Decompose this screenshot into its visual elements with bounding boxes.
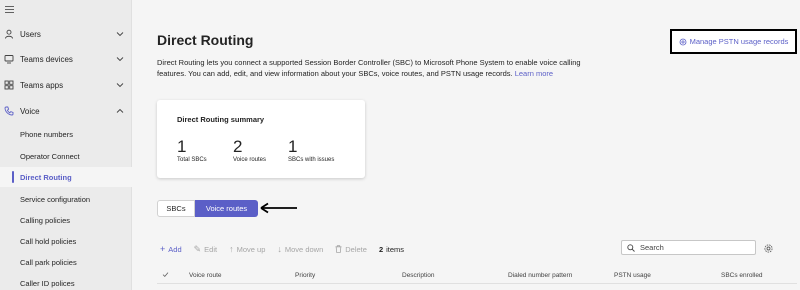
- pointer-arrow-icon: [260, 202, 297, 214]
- chevron-up-icon: [116, 108, 124, 113]
- user-icon: [5, 29, 13, 39]
- edit-label: Edit: [204, 244, 218, 254]
- stat-value: 1: [177, 137, 187, 156]
- sidebar-item-caller-id-policies[interactable]: Caller ID polices: [0, 273, 132, 290]
- sidebar-item-label: Calling policies: [20, 215, 71, 225]
- summary-card-title: Direct Routing summary: [177, 115, 265, 124]
- sidebar-item-phone-numbers[interactable]: Phone numbers: [0, 124, 132, 144]
- add-button[interactable]: + Add: [160, 244, 182, 254]
- column-header-priority[interactable]: Priority: [295, 272, 315, 279]
- sidebar-item-label: Service configuration: [20, 194, 91, 204]
- settings-gear-icon: [679, 38, 686, 45]
- items-label: items: [386, 244, 405, 254]
- pencil-icon: ✎: [193, 243, 202, 254]
- checkmark-icon[interactable]: [162, 271, 169, 278]
- sidebar-item-label: Caller ID polices: [20, 278, 75, 288]
- stat-total-sbcs: 1 Total SBCs: [177, 137, 207, 164]
- stat-value: 1: [288, 137, 298, 156]
- column-header-dialed-number-pattern[interactable]: Dialed number pattern: [508, 272, 572, 279]
- add-label: Add: [168, 244, 182, 254]
- sidebar-item-direct-routing[interactable]: Direct Routing: [0, 167, 132, 187]
- nav-item-label: Users: [20, 29, 41, 39]
- chevron-down-icon: [116, 57, 124, 62]
- nav-item-voice[interactable]: Voice: [0, 100, 132, 122]
- move-down-label: Move down: [284, 244, 324, 254]
- column-header-pstn-usage[interactable]: PSTN usage: [614, 272, 651, 279]
- gear-icon[interactable]: [763, 243, 774, 254]
- sidebar-item-service-configuration[interactable]: Service configuration: [0, 189, 132, 209]
- left-nav: Users Teams devices Teams apps Voice Pho…: [0, 0, 132, 290]
- sidebar-item-label: Operator Connect: [20, 151, 80, 161]
- nav-item-users[interactable]: Users: [0, 23, 132, 45]
- plus-icon: +: [160, 244, 166, 254]
- summary-card: Direct Routing summary 1 Total SBCs 2 Vo…: [157, 100, 365, 178]
- sidebar-item-call-hold-policies[interactable]: Call hold policies: [0, 231, 132, 251]
- stat-label: Total SBCs: [177, 157, 207, 163]
- manage-link-label: Manage PSTN usage records: [689, 37, 789, 46]
- edit-button[interactable]: ✎ Edit: [194, 244, 217, 255]
- search-input[interactable]: [640, 242, 750, 253]
- delete-label: Delete: [345, 244, 367, 254]
- nav-item-teams-apps[interactable]: Teams apps: [0, 74, 132, 96]
- column-header-description[interactable]: Description: [402, 272, 435, 279]
- stat-voice-routes: 2 Voice routes: [233, 137, 267, 164]
- hamburger-menu-icon[interactable]: [5, 6, 14, 13]
- table-header: Voice route Priority Description Dialed …: [157, 266, 797, 284]
- chevron-down-icon: [116, 83, 124, 88]
- move-up-label: Move up: [236, 244, 266, 254]
- command-bar: + Add ✎ Edit ↑ Move up ↓ Move down Delete 2 …: [160, 243, 404, 255]
- nav-item-label: Voice: [20, 106, 40, 116]
- arrow-down-icon: ↓: [277, 244, 282, 254]
- learn-more-link[interactable]: Learn more: [515, 69, 553, 78]
- nav-item-teams-devices[interactable]: Teams devices: [0, 48, 132, 70]
- tab-group: SBCs Voice routes: [157, 200, 258, 217]
- active-indicator: [12, 171, 14, 183]
- phone-icon: [4, 106, 14, 116]
- sidebar-item-label: Phone numbers: [20, 129, 73, 139]
- sidebar-item-operator-connect[interactable]: Operator Connect: [0, 146, 132, 166]
- search-icon: [627, 244, 635, 252]
- sidebar-item-label: Call hold policies: [20, 236, 77, 246]
- item-count: 2: [378, 244, 384, 254]
- tab-sbcs[interactable]: SBCs: [157, 200, 195, 217]
- sidebar-item-label: Call park policies: [20, 257, 77, 267]
- move-down-button[interactable]: ↓ Move down: [277, 244, 323, 254]
- stat-label: Voice routes: [233, 157, 267, 163]
- tab-voice-routes[interactable]: Voice routes: [195, 200, 258, 217]
- delete-button[interactable]: Delete: [335, 245, 367, 254]
- device-icon: [4, 55, 14, 64]
- arrow-up-icon: ↑: [229, 244, 234, 254]
- sidebar-item-label: Direct Routing: [20, 172, 72, 182]
- stat-label: SBCs with issues: [288, 157, 335, 163]
- trash-icon: [335, 245, 342, 253]
- column-header-sbcs-enrolled[interactable]: SBCs enrolled: [721, 272, 763, 279]
- page-description: Direct Routing lets you connect a suppor…: [157, 57, 587, 79]
- stat-value: 2: [233, 137, 243, 156]
- stat-sbcs-with-issues: 1 SBCs with issues: [288, 137, 335, 164]
- page-title: Direct Routing: [157, 32, 254, 48]
- sidebar-item-call-park-policies[interactable]: Call park policies: [0, 252, 132, 272]
- nav-item-label: Teams devices: [20, 54, 73, 64]
- search-box[interactable]: [621, 240, 756, 255]
- apps-icon: [4, 80, 14, 90]
- nav-item-label: Teams apps: [20, 80, 64, 90]
- sidebar-item-calling-policies[interactable]: Calling policies: [0, 210, 132, 230]
- move-up-button[interactable]: ↑ Move up: [229, 244, 265, 254]
- column-header-voice-route[interactable]: Voice route: [189, 272, 222, 279]
- manage-pstn-usage-records-link[interactable]: Manage PSTN usage records: [670, 29, 797, 54]
- chevron-down-icon: [116, 32, 124, 37]
